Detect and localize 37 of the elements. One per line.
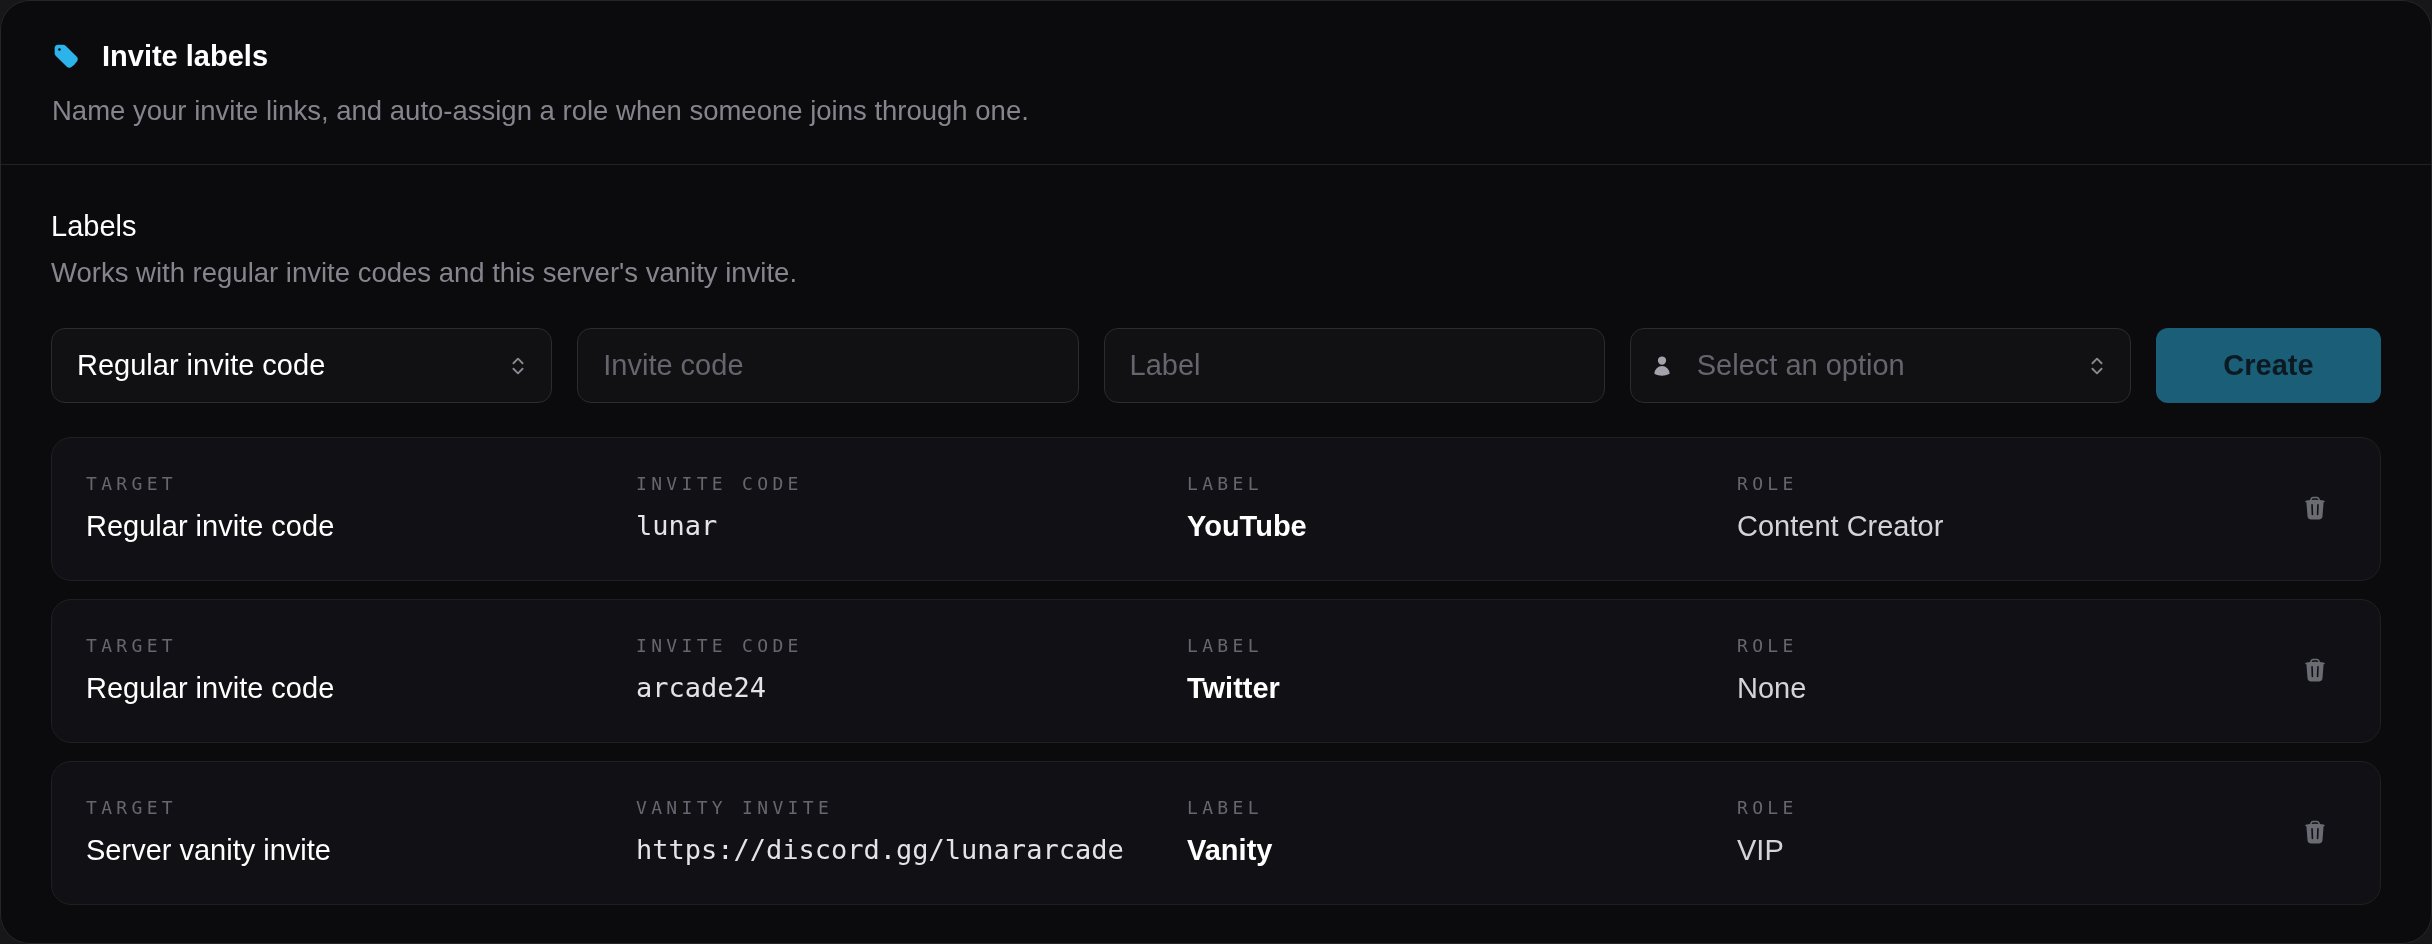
trash-icon[interactable] <box>2302 818 2328 846</box>
column-value: Regular invite code <box>86 509 335 543</box>
column-value: Content Creator <box>1737 509 1944 543</box>
panel-description: Name your invite links, and auto-assign a role when someone joins through one. <box>52 94 1029 128</box>
column-value: Twitter <box>1187 671 1280 705</box>
section-description: Works with regular invite codes and this server's vanity invite. <box>51 256 798 290</box>
invite-code-input[interactable]: Invite code <box>577 328 1079 403</box>
role-select[interactable]: Select an option <box>1629 328 2131 403</box>
trash-icon[interactable] <box>2302 656 2328 684</box>
create-button[interactable]: Create <box>2156 328 2381 403</box>
tag-icon <box>52 42 80 70</box>
label-input[interactable]: Label <box>1103 328 1605 403</box>
column-value: Server vanity invite <box>86 833 331 867</box>
column-value: https://discord.gg/lunararcade <box>636 833 1124 867</box>
column-heading: LABEL <box>1187 635 1263 657</box>
column-heading: ROLE <box>1737 473 1798 495</box>
column-heading: TARGET <box>86 797 177 819</box>
column-heading: TARGET <box>86 635 177 657</box>
column-value: Regular invite code <box>86 671 335 705</box>
target-select[interactable]: Regular invite code <box>51 328 553 403</box>
column-heading: INVITE CODE <box>636 635 803 657</box>
column-heading: ROLE <box>1737 797 1798 819</box>
column-value: YouTube <box>1187 509 1307 543</box>
trash-icon[interactable] <box>2302 494 2328 522</box>
column-value: None <box>1737 671 1807 705</box>
column-value: VIP <box>1737 833 1784 867</box>
column-heading: ROLE <box>1737 635 1798 657</box>
column-heading: LABEL <box>1187 473 1263 495</box>
column-heading: TARGET <box>86 473 177 495</box>
column-value: arcade24 <box>636 671 767 705</box>
column-heading: VANITY INVITE <box>636 797 834 819</box>
column-value: lunar <box>636 509 718 543</box>
column-value: Vanity <box>1187 833 1273 867</box>
panel-title: Invite labels <box>102 39 268 74</box>
section-title: Labels <box>51 209 137 243</box>
column-heading: LABEL <box>1187 797 1263 819</box>
column-heading: INVITE CODE <box>636 473 803 495</box>
